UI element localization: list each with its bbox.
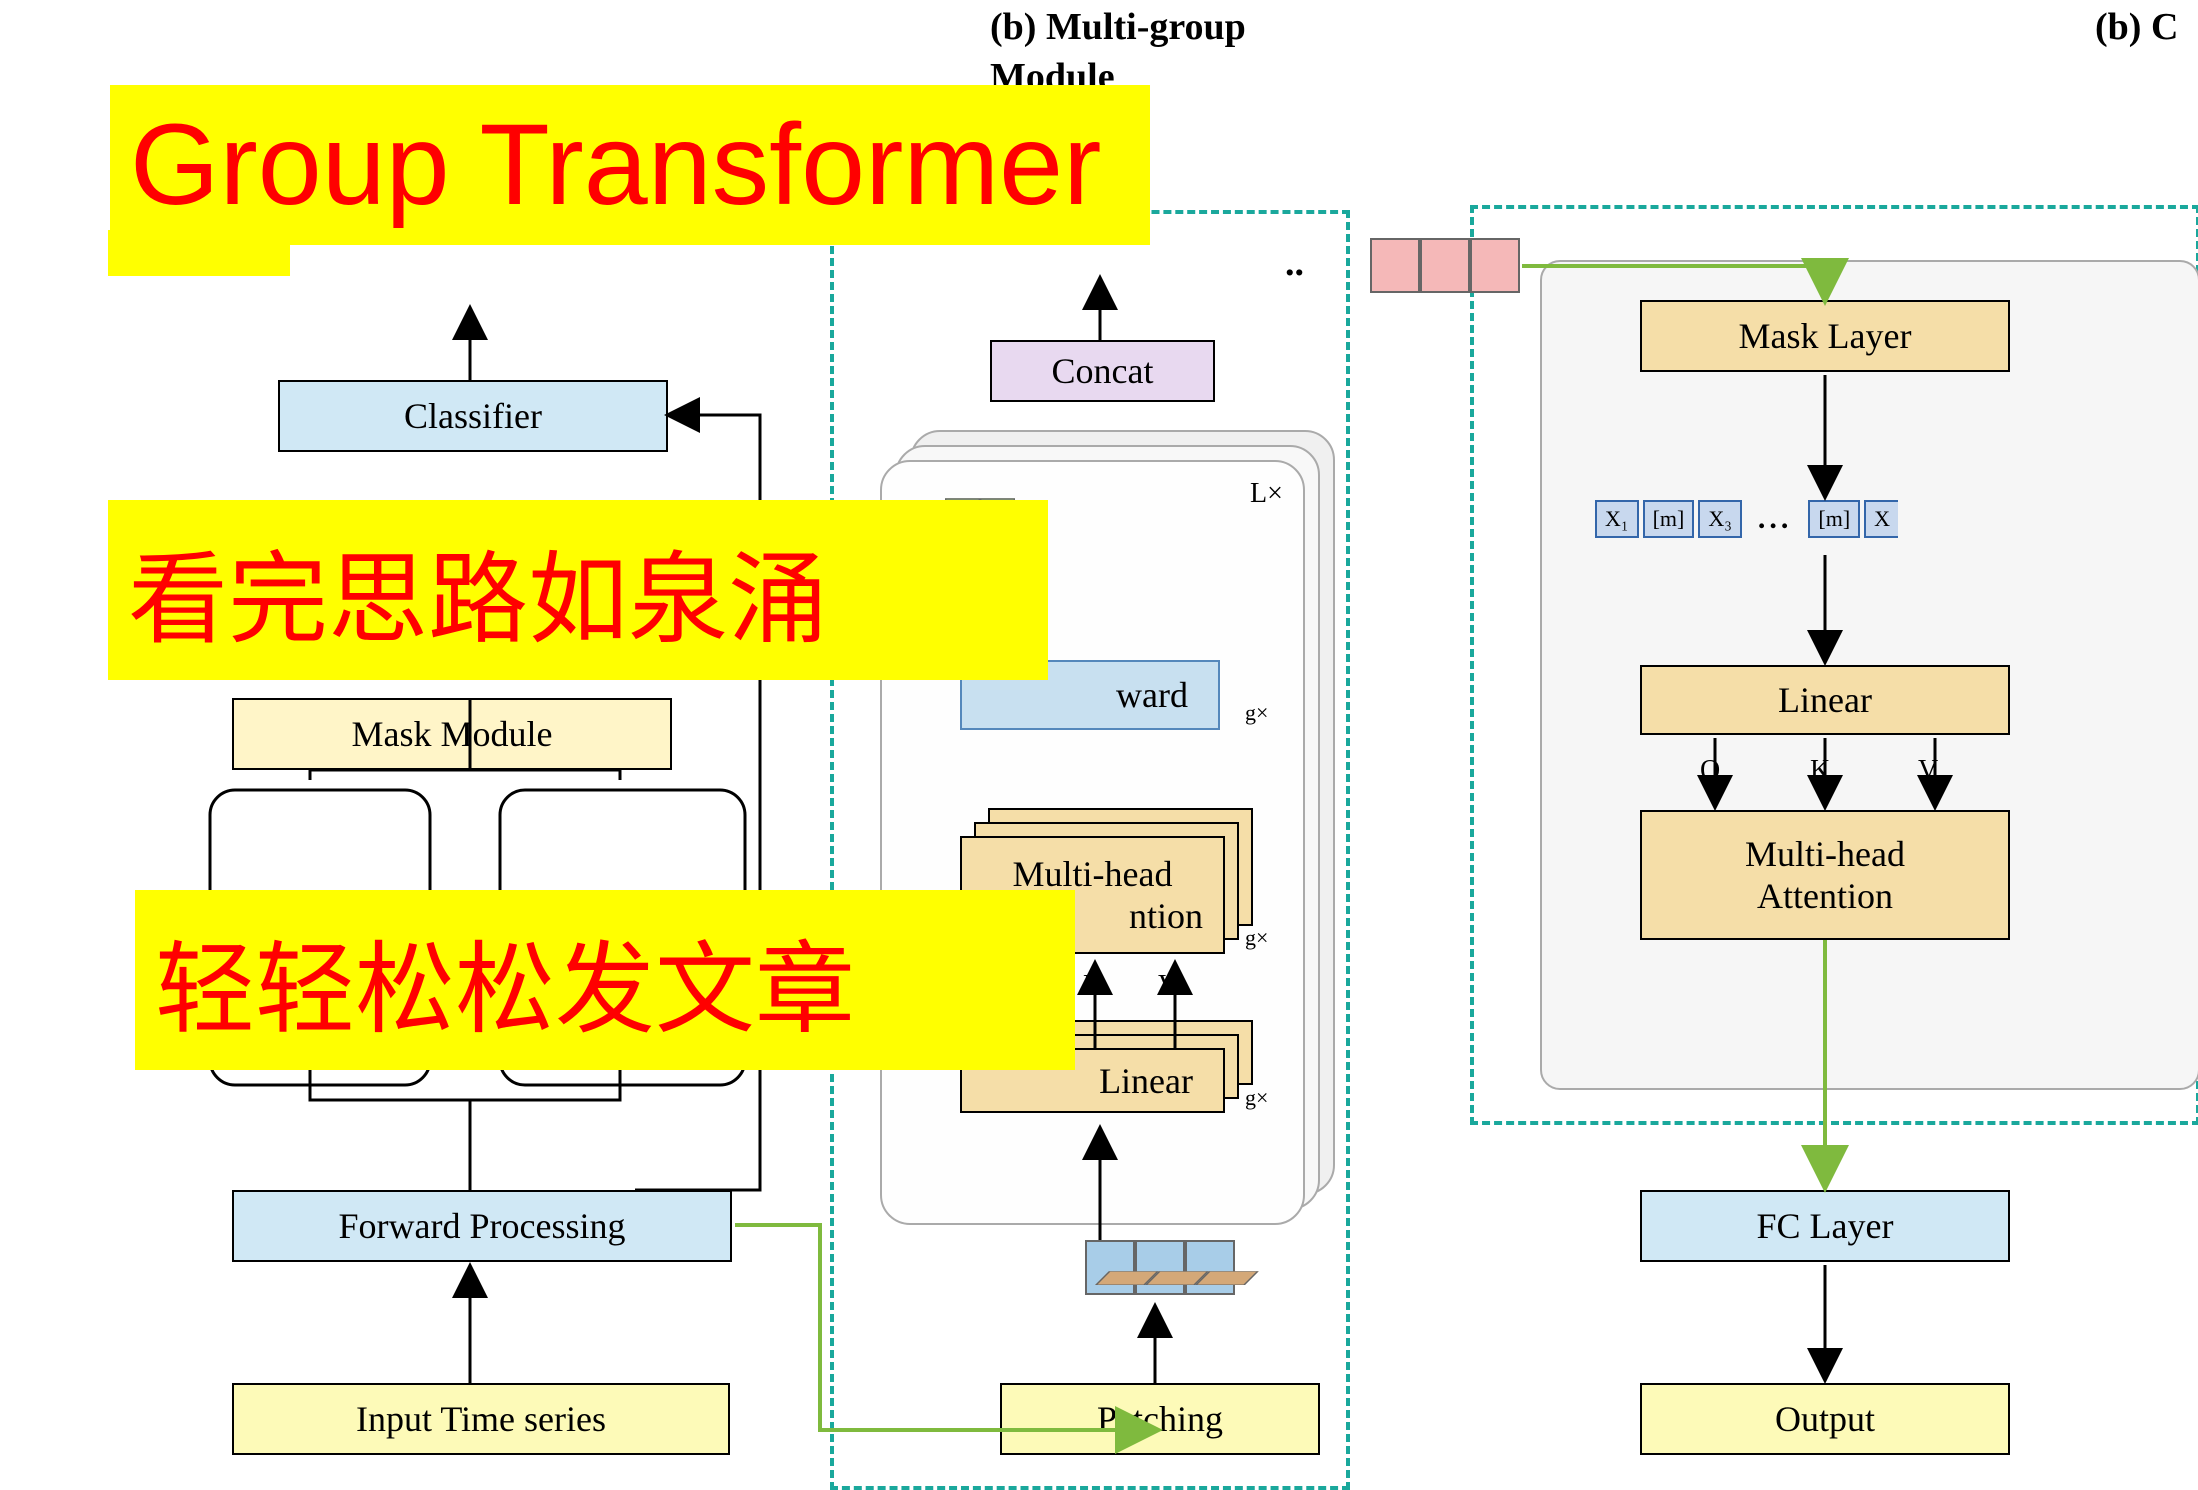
classifier-block: Classifier bbox=[278, 380, 668, 452]
attention-text-right: Attention bbox=[1757, 875, 1893, 917]
token-x1: X₁ bbox=[1595, 500, 1639, 538]
overlay-line1: 看完思路如泉涌 bbox=[108, 500, 1048, 680]
concat-block: Concat bbox=[990, 340, 1215, 402]
linear-text-center: Linear bbox=[1099, 1060, 1193, 1102]
output-block: Output bbox=[1640, 1383, 2010, 1455]
patching-block: Patching bbox=[1000, 1383, 1320, 1455]
multihead-text-right: Multi-head bbox=[1745, 833, 1905, 875]
fc-layer-block: FC Layer bbox=[1640, 1190, 2010, 1262]
gx-label-2: g× bbox=[1245, 925, 1268, 951]
overlay-line2-text: 轻轻松松发文章 bbox=[155, 908, 855, 1053]
overlay-title: Group Transformer bbox=[110, 85, 1150, 245]
header-multigroup: (b) Multi-group bbox=[990, 5, 1246, 49]
token-m2: [m] bbox=[1808, 500, 1860, 538]
v-label: V bbox=[1918, 755, 1938, 787]
v-label-center: V bbox=[1158, 970, 1178, 1002]
k-label: K bbox=[1810, 755, 1830, 787]
token-row: X₁ [m] X₃ ... [m] X bbox=[1595, 500, 1898, 538]
patching-cubes-top bbox=[1095, 1271, 1259, 1285]
token-xn: X bbox=[1864, 500, 1898, 538]
token-x3: X₃ bbox=[1698, 500, 1742, 538]
patching-cubes bbox=[1085, 1240, 1235, 1295]
token-m1: [m] bbox=[1643, 500, 1695, 538]
overlay-title-text: Group Transformer bbox=[130, 99, 1101, 231]
overlay-yellow-strip bbox=[108, 230, 290, 276]
token-ellipsis: ... bbox=[1758, 502, 1793, 536]
header-right: (b) C bbox=[2095, 5, 2178, 49]
linear-block-right: Linear bbox=[1640, 665, 2010, 735]
multihead-text: Multi-head bbox=[1013, 853, 1173, 895]
output-cubes-pink bbox=[1370, 238, 1520, 293]
q-label: Q bbox=[1700, 755, 1720, 787]
ntion-text: ntion bbox=[1129, 895, 1203, 937]
overlay-line1-text: 看完思路如泉涌 bbox=[128, 518, 828, 663]
multihead-attention-right: Multi-head Attention bbox=[1640, 810, 2010, 940]
mask-module-block: Mask Module bbox=[232, 698, 672, 770]
gx-label-1: g× bbox=[1245, 700, 1268, 726]
overlay-line2: 轻轻松松发文章 bbox=[135, 890, 1075, 1070]
forward-processing-block: Forward Processing bbox=[232, 1190, 732, 1262]
lx-label: L× bbox=[1250, 478, 1283, 510]
gx-label-3: g× bbox=[1245, 1085, 1268, 1111]
mask-layer-block: Mask Layer bbox=[1640, 300, 2010, 372]
k-label-center: K bbox=[1083, 970, 1103, 1002]
input-time-series-block: Input Time series bbox=[232, 1383, 730, 1455]
ward-text: ward bbox=[1116, 674, 1188, 716]
